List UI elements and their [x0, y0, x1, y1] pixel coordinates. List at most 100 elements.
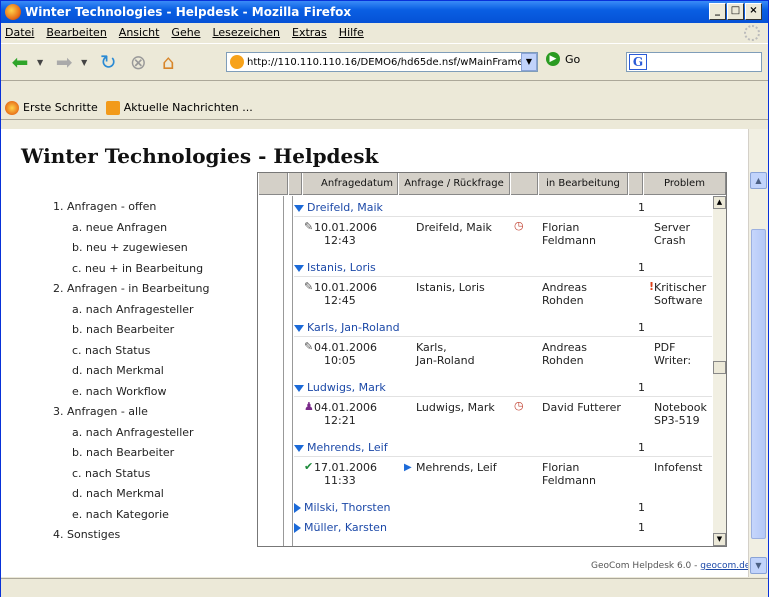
collapse-icon[interactable] [294, 324, 304, 332]
group-row[interactable]: Milski, Thorsten [294, 498, 390, 518]
column-anfragedatum[interactable]: Anfragedatum [302, 173, 398, 195]
firefox-bookmark-icon [5, 100, 19, 115]
assignee-name: Andreas [542, 341, 587, 354]
requester-name[interactable]: Istanis, Loris [416, 281, 485, 294]
group-row[interactable]: Istanis, Loris [294, 258, 376, 278]
sidebar-navigation: 1. Anfragen - offen a. neue Anfragen b. ne… [53, 197, 209, 546]
menu-gehe[interactable]: Gehe [171, 26, 200, 39]
collapse-icon[interactable] [294, 204, 304, 212]
status-bar [1, 578, 768, 597]
maximize-button[interactable]: □ [727, 3, 744, 20]
minimize-button[interactable]: _ [709, 3, 726, 20]
request-date: 10.01.2006 [314, 281, 377, 294]
bookmark-erste-schritte[interactable]: Erste Schritte [5, 100, 98, 115]
bookmark-aktuelle-nachrichten[interactable]: Aktuelle Nachrichten ... [105, 100, 253, 115]
sidebar-item[interactable]: d. nach Merkmal [53, 484, 209, 505]
go-icon: ▶ [546, 52, 560, 66]
sidebar-item[interactable]: 2. Anfragen - in Bearbeitung [53, 279, 209, 300]
site-icon [230, 55, 244, 69]
view-scroll-down-icon[interactable]: ▼ [713, 533, 726, 546]
forward-arrow-icon[interactable]: ➡ [51, 49, 77, 75]
sidebar-item[interactable]: b. nach Bearbeiter [53, 320, 209, 341]
sidebar-item[interactable]: a. neue Anfragen [53, 218, 209, 239]
url-input[interactable]: http://110.110.110.16/DEMO6/hd65de.nsf/w… [226, 52, 538, 72]
sidebar-item[interactable]: e. nach Kategorie [53, 505, 209, 526]
menu-datei[interactable]: Datei [5, 26, 34, 39]
request-time: 12:43 [324, 234, 356, 247]
home-icon[interactable]: ⌂ [155, 49, 181, 75]
edit-icon: ✎ [304, 220, 314, 233]
forward-dropdown-icon[interactable]: ▼ [81, 58, 87, 67]
view-rows: Dreifeld, Maik 1 ✎ 10.01.2006 12:43 Dreifeld,… [258, 196, 713, 546]
requests-view: Anfragedatum Anfrage / Rückfrage in Bear… [257, 172, 727, 547]
footer-link[interactable]: geocom.de [700, 561, 748, 571]
group-row[interactable]: Müller, Karsten [294, 518, 387, 538]
view-scroll-up-icon[interactable]: ▲ [713, 196, 726, 209]
page-title: Winter Technologies - Helpdesk [21, 144, 379, 168]
sidebar-item[interactable]: c. nach Status [53, 341, 209, 362]
sidebar-item[interactable]: 1. Anfragen - offen [53, 197, 209, 218]
request-time: 12:45 [324, 294, 356, 307]
menu-lesezeichen[interactable]: Lesezeichen [212, 26, 280, 39]
assignee-name: Feldmann [542, 234, 596, 247]
menu-ansicht[interactable]: Ansicht [119, 26, 160, 39]
scroll-up-icon[interactable]: ▲ [750, 172, 767, 189]
back-arrow-icon[interactable]: ⬅ [7, 49, 33, 75]
collapse-icon[interactable] [294, 444, 304, 452]
reload-icon[interactable]: ↻ [95, 49, 121, 75]
group-name: Müller, Karsten [304, 521, 387, 534]
sidebar-item[interactable]: e. nach Workflow [53, 382, 209, 403]
sidebar-item[interactable]: c. nach Status [53, 464, 209, 485]
group-name: Mehrends, Leif [307, 441, 388, 454]
group-row[interactable]: Karls, Jan-Roland [294, 318, 400, 338]
close-button[interactable]: × [745, 3, 762, 20]
url-dropdown-icon[interactable]: ▼ [521, 53, 537, 71]
assignee-name: Florian [542, 461, 580, 474]
clock-icon: ◷ [514, 399, 524, 412]
google-icon[interactable]: G [629, 54, 647, 70]
sidebar-item[interactable]: 3. Anfragen - alle [53, 402, 209, 423]
column-in-bearbeitung[interactable]: in Bearbeitung [538, 173, 628, 195]
sidebar-item[interactable]: 4. Sonstiges [53, 525, 209, 546]
menu-hilfe[interactable]: Hilfe [339, 26, 364, 39]
view-scroll-thumb[interactable] [713, 361, 726, 374]
back-dropdown-icon[interactable]: ▼ [37, 58, 43, 67]
page-scrollbar[interactable]: ▲ ▼ [748, 129, 768, 577]
go-button[interactable]: ▶ Go [546, 52, 580, 66]
sidebar-item[interactable]: c. neu + in Bearbeitung [53, 259, 209, 280]
sidebar-item[interactable]: b. nach Bearbeiter [53, 443, 209, 464]
column-problem[interactable]: Problem [643, 173, 726, 195]
collapse-icon[interactable] [294, 264, 304, 272]
requester-name[interactable]: Jan-Roland [416, 354, 475, 367]
firefox-icon [5, 4, 21, 20]
group-name: Milski, Thorsten [304, 501, 391, 514]
sidebar-item[interactable]: d. nach Merkmal [53, 361, 209, 382]
go-label: Go [565, 52, 581, 66]
requester-name[interactable]: Mehrends, Leif [416, 461, 497, 474]
sidebar-item[interactable]: b. neu + zugewiesen [53, 238, 209, 259]
group-row[interactable]: Ludwigs, Mark [294, 378, 386, 398]
group-row[interactable]: Mehrends, Leif [294, 438, 388, 458]
menu-extras[interactable]: Extras [292, 26, 327, 39]
column-anfrage-rueckfrage[interactable]: Anfrage / Rückfrage [398, 173, 510, 195]
menu-bearbeiten[interactable]: Bearbeiten [46, 26, 106, 39]
stop-icon[interactable]: ⊗ [125, 49, 151, 75]
group-count: 1 [638, 521, 645, 534]
view-scrollbar[interactable]: ▲ ▼ [713, 196, 726, 546]
sidebar-item[interactable]: a. nach Anfragesteller [53, 300, 209, 321]
requester-name[interactable]: Karls, [416, 341, 447, 354]
scroll-down-icon[interactable]: ▼ [750, 557, 767, 574]
requester-name[interactable]: Dreifeld, Maik [416, 221, 492, 234]
expand-icon[interactable] [294, 523, 301, 533]
requester-name[interactable]: Ludwigs, Mark [416, 401, 495, 414]
problem-text: Software [654, 294, 703, 307]
bookmarks-toolbar: Erste Schritte Aktuelle Nachrichten ... [1, 96, 768, 120]
search-input[interactable]: G [626, 52, 762, 72]
browser-window: Winter Technologies - Helpdesk - Mozilla… [0, 0, 769, 597]
request-time: 11:33 [324, 474, 356, 487]
expand-icon[interactable] [294, 503, 301, 513]
scroll-thumb[interactable] [751, 229, 766, 539]
sidebar-item[interactable]: a. nach Anfragesteller [53, 423, 209, 444]
collapse-icon[interactable] [294, 384, 304, 392]
group-row[interactable]: Dreifeld, Maik [294, 198, 383, 218]
